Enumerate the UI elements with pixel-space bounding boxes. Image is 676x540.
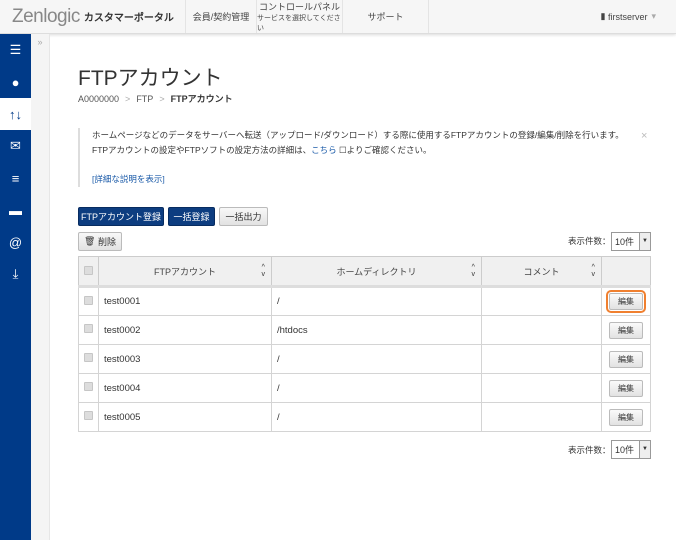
per-page-select-bottom[interactable]: 10件 ▼ [611, 440, 651, 459]
table-row: test0005 / 編集 [78, 402, 651, 432]
info-box: ホームページなどのデータをサーバーへ転送（アップロード/ダウンロード）する際に使… [78, 128, 638, 187]
actions-cell: 編集 [601, 315, 651, 345]
row-checkbox-cell [78, 373, 99, 403]
edit-button[interactable]: 編集 [609, 408, 643, 426]
account-cell: test0005 [98, 402, 272, 432]
caret-down-icon: ▼ [639, 233, 650, 250]
per-page-label-bottom: 表示件数： [568, 445, 611, 455]
delete-button[interactable]: 🗑 削除 [78, 232, 122, 251]
transfer-arrows-icon[interactable]: ↑↓ [0, 98, 31, 130]
caret-down-icon: ▼ [639, 441, 650, 458]
actions-cell: 編集 [601, 286, 651, 316]
table-row: test0003 / 編集 [78, 344, 651, 374]
home-cell: / [271, 402, 482, 432]
breadcrumb: A0000000 > FTP > FTPアカウント [78, 94, 233, 104]
actions-cell: 編集 [601, 402, 651, 432]
actions-cell: 編集 [601, 344, 651, 374]
row-checkbox[interactable] [84, 324, 93, 333]
row-checkbox[interactable] [84, 295, 93, 305]
server-icon: ▮ [600, 11, 608, 21]
bulk-register-button[interactable]: 一括登録 [168, 207, 215, 226]
nav-membership[interactable]: 会員/契約管理 [186, 0, 257, 33]
download-icon[interactable]: ⤓ [0, 258, 31, 290]
select-all-header [78, 256, 99, 288]
account-cell: test0001 [98, 286, 272, 316]
comment-cell [481, 286, 602, 316]
table-row: test0001 / 編集 [78, 286, 651, 316]
row-checkbox[interactable] [84, 353, 93, 362]
actions-cell: 編集 [601, 373, 651, 403]
per-page-label: 表示件数： [568, 236, 611, 246]
show-details-link[interactable]: [詳細な説明を表示] [92, 174, 165, 184]
expand-icon[interactable]: » [31, 37, 49, 47]
edit-button[interactable]: 編集 [609, 379, 643, 397]
nav-control-panel[interactable]: コントロールパネル サービスを選択してください [257, 0, 343, 33]
comment-cell [481, 402, 602, 432]
top-bar: Zenlogic カスタマーポータル 会員/契約管理 コントロールパネル サービスを… [0, 0, 676, 34]
row-checkbox-cell [78, 344, 99, 374]
folder-icon[interactable]: ▬ [0, 194, 31, 226]
comment-cell [481, 373, 602, 403]
edit-button[interactable]: 編集 [609, 350, 643, 368]
sort-icon[interactable]: ^ v [592, 264, 596, 278]
table-row: test0004 / 編集 [78, 373, 651, 403]
server-icon[interactable]: ☰ [0, 34, 31, 66]
ftp-account-table: FTPアカウント ^ v ホームディレクトリ ^ v コメント ^ v test0001 /… [78, 256, 651, 432]
home-cell: / [271, 373, 482, 403]
home-cell: / [271, 286, 482, 316]
user-menu[interactable]: ▮ firstserver ▾ [429, 0, 676, 33]
header-account[interactable]: FTPアカウント ^ v [98, 256, 272, 288]
sidebar: ☰ ● ↑↓ ✉ ≡ ▬ @ ⤓ [0, 34, 31, 540]
sort-icon[interactable]: ^ v [472, 264, 476, 278]
account-cell: test0002 [98, 315, 272, 345]
logo[interactable]: Zenlogic カスタマーポータル [0, 0, 186, 33]
comment-cell [481, 344, 602, 374]
row-checkbox-cell [78, 286, 99, 316]
edit-button[interactable]: 編集 [609, 321, 643, 339]
trash-icon: 🗑 [84, 236, 98, 246]
database-icon[interactable]: ≡ [0, 162, 31, 194]
select-all-checkbox[interactable] [84, 265, 93, 275]
row-checkbox-cell [78, 315, 99, 345]
row-checkbox[interactable] [84, 411, 93, 420]
bulk-export-button[interactable]: 一括出力 [219, 207, 268, 226]
register-button[interactable]: FTPアカウント登録 [78, 207, 164, 226]
comment-cell [481, 315, 602, 345]
mail-icon[interactable]: ✉ [0, 130, 31, 162]
home-cell: /htdocs [271, 315, 482, 345]
header-comment[interactable]: コメント ^ v [481, 256, 602, 288]
account-cell: test0004 [98, 373, 272, 403]
header-actions [601, 256, 651, 288]
close-icon[interactable]: × [641, 130, 647, 142]
help-link[interactable]: こちら [311, 145, 337, 155]
account-cell: test0003 [98, 344, 272, 374]
per-page-select[interactable]: 10件 ▼ [611, 232, 651, 251]
sort-icon[interactable]: ^ v [262, 264, 266, 278]
table-row: test0002 /htdocs 編集 [78, 315, 651, 345]
at-sign-icon[interactable]: @ [0, 226, 31, 258]
header-home[interactable]: ホームディレクトリ ^ v [271, 256, 482, 288]
edit-button[interactable]: 編集 [606, 290, 646, 313]
home-cell: / [271, 344, 482, 374]
caret-down-icon: ▾ [651, 11, 656, 21]
sidebar-expander[interactable]: » [31, 34, 50, 540]
globe-icon[interactable]: ● [0, 66, 31, 98]
row-checkbox[interactable] [84, 382, 93, 391]
nav-support[interactable]: サポート [343, 0, 429, 33]
page-title: FTPアカウント [78, 67, 223, 90]
row-checkbox-cell [78, 402, 99, 432]
